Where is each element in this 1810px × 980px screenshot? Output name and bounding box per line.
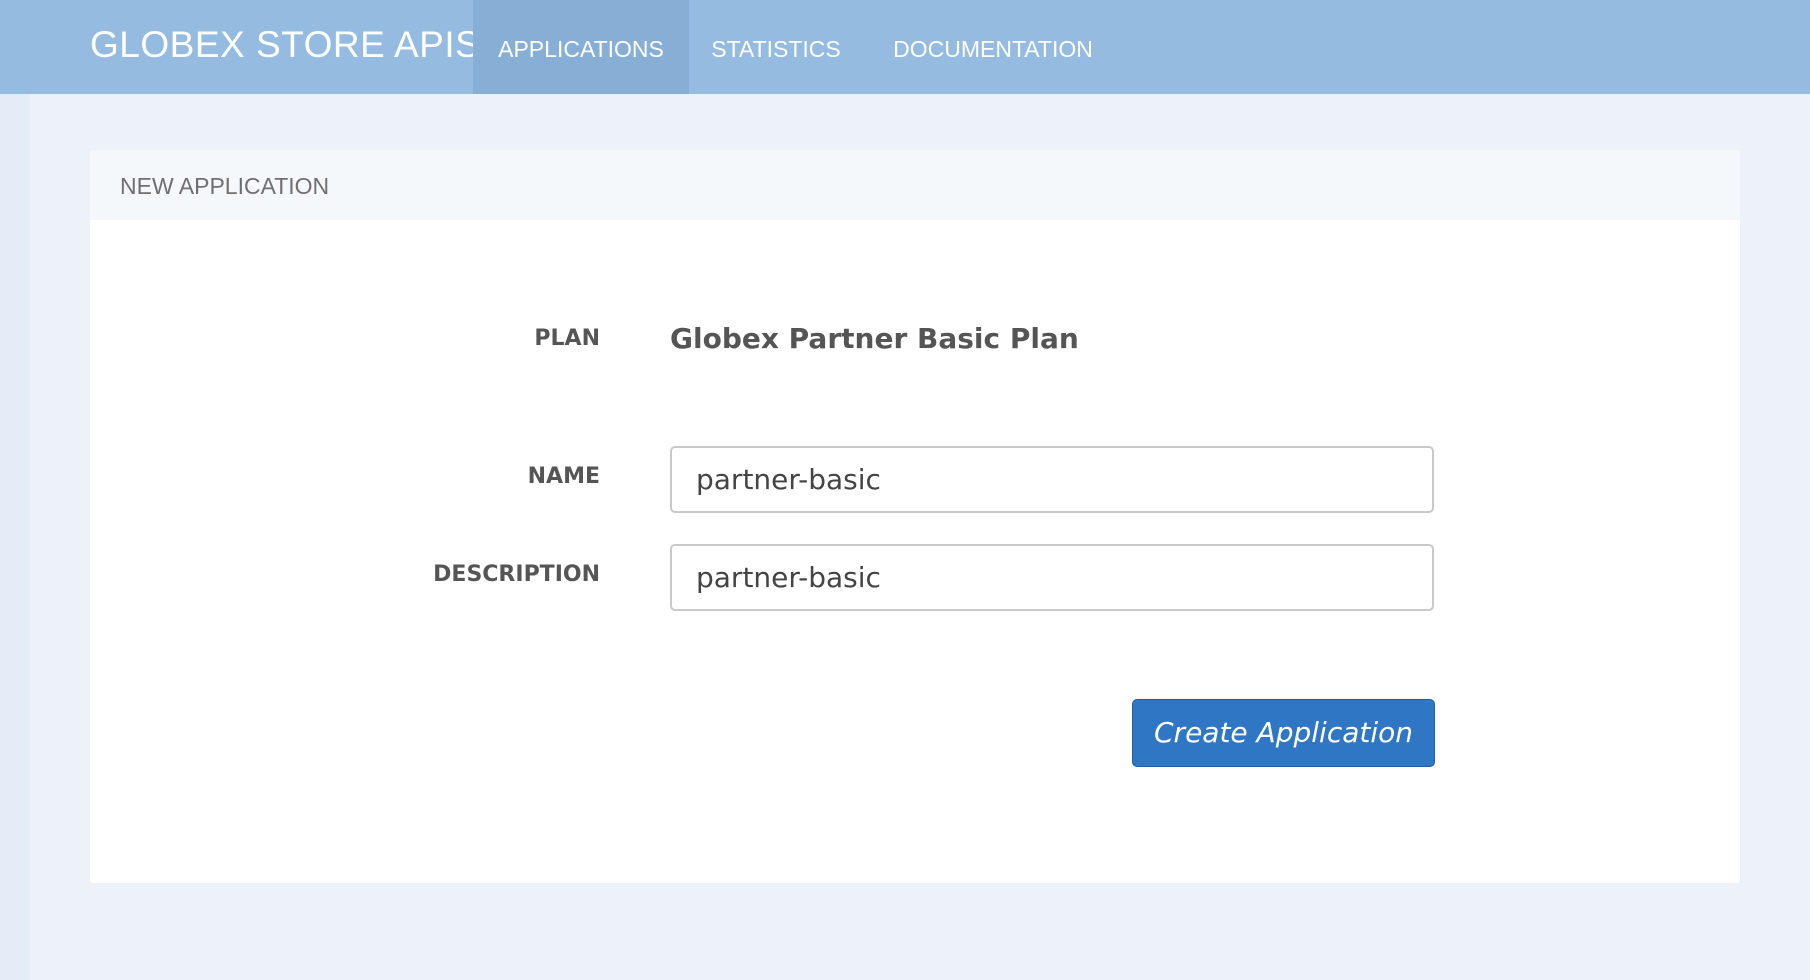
brand-title[interactable]: GLOBEX STORE APIS	[90, 0, 480, 94]
name-label: NAME	[527, 464, 600, 489]
plan-label: PLAN	[534, 326, 600, 351]
name-input[interactable]	[670, 446, 1434, 513]
plan-value: Globex Partner Basic Plan	[670, 322, 1079, 355]
tab-applications[interactable]: APPLICATIONS	[473, 0, 689, 94]
tab-documentation[interactable]: DOCUMENTATION	[863, 0, 1123, 94]
tab-statistics[interactable]: STATISTICS	[690, 0, 862, 94]
description-label: DESCRIPTION	[433, 562, 600, 587]
panel-title: NEW APPLICATION	[120, 173, 330, 199]
top-navbar: GLOBEX STORE APIS APPLICATIONS STATISTIC…	[0, 0, 1810, 94]
page-left-strip	[0, 94, 30, 980]
panel-header: NEW APPLICATION	[90, 150, 1740, 220]
new-application-panel: NEW APPLICATION PLAN Globex Partner Basi…	[90, 150, 1740, 883]
create-application-button[interactable]: Create Application	[1132, 699, 1435, 767]
description-input[interactable]	[670, 544, 1434, 611]
